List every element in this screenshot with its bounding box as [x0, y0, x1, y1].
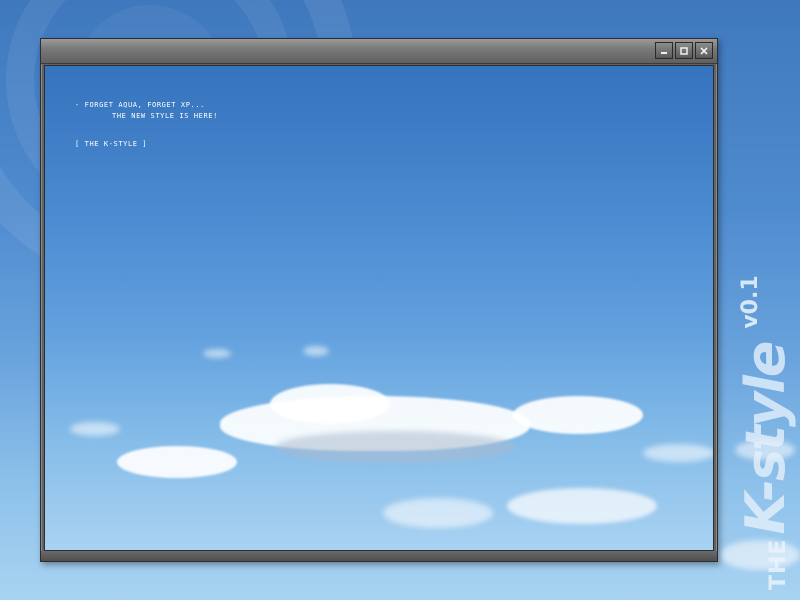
tagline-line-1: - FORGET AQUA, FORGET XP...: [75, 101, 205, 109]
cloud: [270, 384, 390, 424]
cloud: [643, 444, 713, 462]
cloud: [513, 396, 643, 434]
window-content: - FORGET AQUA, FORGET XP... THE NEW STYL…: [44, 65, 714, 551]
close-icon: [700, 46, 708, 55]
minimize-button[interactable]: [655, 42, 673, 59]
window-controls: [655, 42, 713, 59]
cloud: [383, 498, 493, 528]
app-window: - FORGET AQUA, FORGET XP... THE NEW STYL…: [40, 38, 718, 562]
cloud: [275, 431, 515, 463]
cloud: [203, 349, 231, 358]
signature-text: [ THE K-STYLE ]: [75, 140, 148, 148]
brand-logo: THE K-style v0.1: [732, 0, 800, 600]
cloud: [303, 346, 329, 356]
close-button[interactable]: [695, 42, 713, 59]
brand-name: K-style: [734, 342, 797, 535]
maximize-button[interactable]: [675, 42, 693, 59]
window-bottom-bar: [41, 551, 717, 561]
brand-version: v0.1: [738, 275, 763, 329]
cloud: [70, 422, 120, 436]
tagline-line-2: THE NEW STYLE IS HERE!: [112, 112, 218, 120]
cloud: [507, 488, 657, 524]
maximize-icon: [680, 46, 688, 55]
minimize-icon: [661, 51, 667, 54]
cloud: [117, 446, 237, 478]
title-bar[interactable]: [41, 39, 717, 64]
brand-the: THE: [766, 538, 791, 590]
